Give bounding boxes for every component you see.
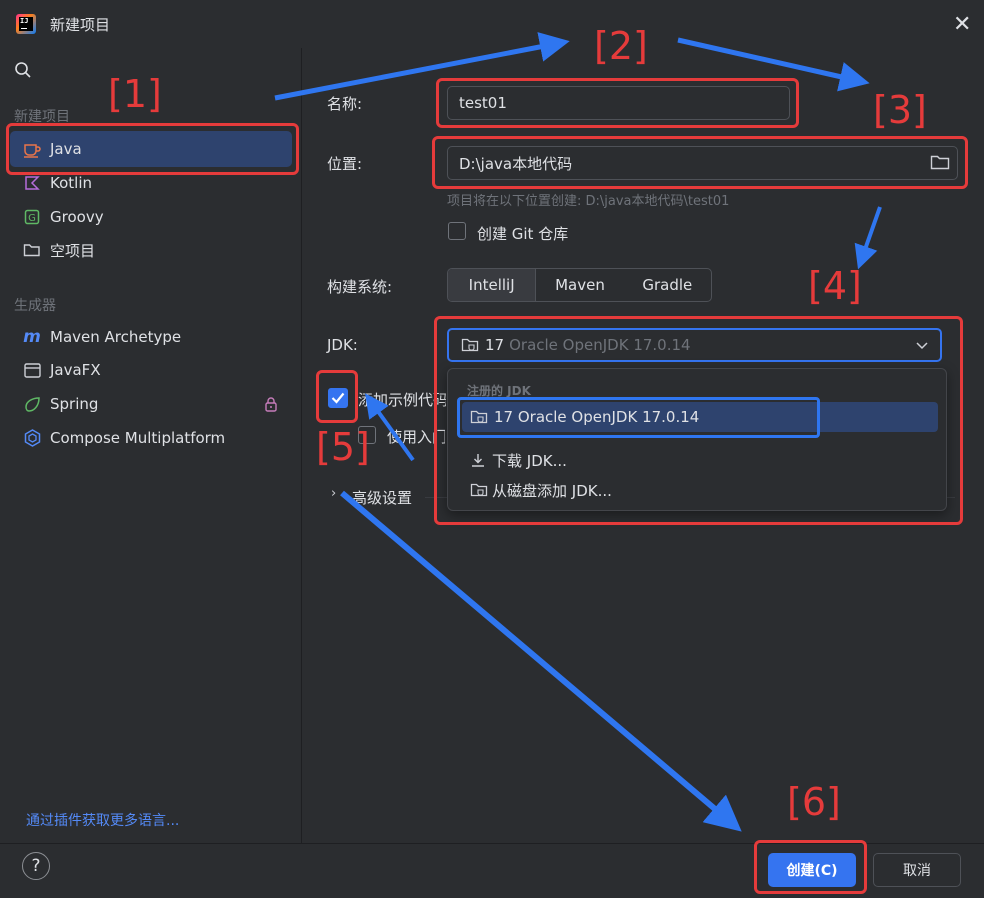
arrow-2-to-3 xyxy=(677,37,870,92)
arrow-4-to-5 xyxy=(364,393,415,462)
annotation-arrows xyxy=(274,32,882,832)
arrow-5-to-6 xyxy=(340,490,742,832)
arrow-3-to-4 xyxy=(854,206,882,270)
arrow-1-to-2 xyxy=(274,32,570,101)
